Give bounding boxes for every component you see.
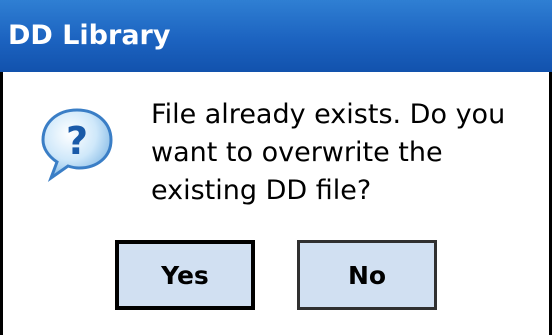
dialog-body: ? File already exists. Do you want to ov… bbox=[0, 72, 552, 335]
yes-button[interactable]: Yes bbox=[115, 240, 255, 310]
dialog-message: File already exists. Do you want to over… bbox=[151, 99, 506, 206]
dialog-title: DD Library bbox=[8, 20, 171, 51]
dialog-window: DD Library ? File already exists. Do you… bbox=[0, 0, 552, 335]
no-button[interactable]: No bbox=[297, 240, 437, 310]
svg-text:?: ? bbox=[66, 119, 88, 163]
question-icon: ? bbox=[37, 104, 117, 184]
title-bar: DD Library bbox=[0, 0, 552, 72]
